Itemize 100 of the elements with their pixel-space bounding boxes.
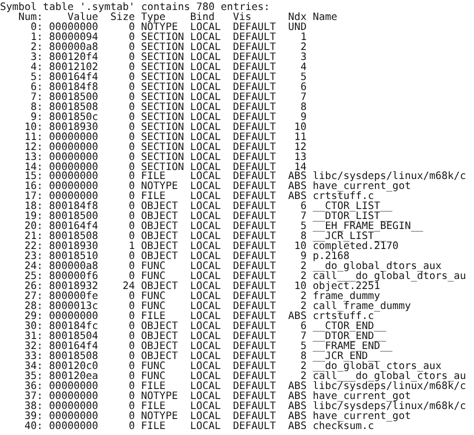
table-cell: call___do_global_dtors_au	[312, 272, 466, 282]
table-cell: libc/sysdeps/linux/m68k/c	[312, 382, 466, 392]
table-cell: DEFAULT	[233, 142, 276, 153]
table-cell: 80018510	[49, 252, 98, 262]
table-cell-text: 9:	[30, 112, 43, 123]
table-cell: DEFAULT	[233, 372, 276, 382]
table-cell-text: 14:	[24, 162, 43, 172]
table-cell-text: 2	[299, 362, 307, 372]
table-cell-text: OBJECT	[141, 242, 179, 252]
column-header: Type	[141, 12, 166, 23]
table-cell-text: 0	[128, 372, 135, 382]
table-cell-text: 6	[299, 322, 307, 332]
table-cell-text: 36:	[24, 382, 43, 392]
table-cell-text: 18:	[24, 202, 43, 212]
table-cell-text: ABS	[287, 382, 307, 392]
table-cell-text: 0	[128, 192, 135, 202]
table-cell: DEFAULT	[233, 362, 276, 372]
table-cell: DEFAULT	[233, 132, 276, 143]
table-cell: DEFAULT	[233, 72, 276, 83]
table-cell-text: 0	[128, 422, 135, 432]
table-cell-text: LOCAL	[190, 222, 222, 232]
table-cell: DEFAULT	[233, 172, 276, 182]
table-cell-text: 0	[128, 102, 135, 113]
table-cell: DEFAULT	[233, 192, 276, 202]
table-cell-text: 0	[128, 152, 135, 162]
table-cell-text: 0	[128, 222, 135, 232]
table-cell: DEFAULT	[233, 52, 276, 63]
table-cell-text: 10	[293, 282, 307, 292]
table-cell: libc/sysdeps/linux/m68k/c	[312, 402, 466, 412]
table-cell: 00000000	[49, 402, 98, 412]
table-cell-text: 25:	[24, 272, 43, 282]
table-cell: DEFAULT	[233, 62, 276, 73]
table-cell-text: 0	[128, 132, 135, 143]
table-cell: SECTION	[141, 52, 184, 63]
table-cell: SECTION	[141, 162, 184, 172]
table-cell: 800184f8	[49, 202, 98, 212]
table-cell-text: LOCAL	[190, 372, 222, 382]
table-cell-text: LOCAL	[190, 282, 222, 292]
table-cell: 800164f4	[49, 72, 98, 83]
table-cell-text: 0	[128, 82, 135, 93]
table-cell-text: NOTYPE	[141, 412, 179, 422]
table-cell: DEFAULT	[233, 302, 276, 312]
table-cell-text: 0	[128, 312, 135, 322]
table-cell-text: 8	[299, 102, 307, 113]
table-cell-text: 0	[128, 302, 135, 312]
table-cell-text: ABS	[287, 172, 307, 182]
table-cell-text: 0:	[30, 22, 43, 33]
table-cell-text: 0	[128, 72, 135, 83]
table-cell-text: 0	[128, 262, 135, 272]
table-cell: call_frame_dummy	[312, 302, 411, 312]
table-cell-text: 0	[128, 92, 135, 103]
table-cell: completed.2170	[312, 242, 399, 252]
table-cell-text: 0	[128, 322, 135, 332]
table-cell: 8000013c	[49, 302, 98, 312]
table-cell-text: 30:	[24, 322, 43, 332]
table-cell-text: 0	[128, 182, 135, 192]
table-cell: DEFAULT	[233, 162, 276, 172]
table-cell-text: LOCAL	[190, 132, 222, 143]
table-cell-text: 0	[128, 142, 135, 153]
table-cell-text: FUNC	[141, 372, 167, 382]
column-header: Ndx	[287, 12, 307, 23]
table-cell-text: ABS	[287, 182, 307, 192]
table-cell: SECTION	[141, 92, 184, 103]
table-cell: DEFAULT	[233, 232, 276, 242]
table-cell: object.2251	[312, 282, 380, 292]
table-cell: checksum.c	[312, 422, 374, 432]
table-cell-text: 32:	[24, 342, 43, 352]
table-cell-text: LOCAL	[190, 332, 222, 342]
table-cell-text: LOCAL	[190, 362, 222, 372]
table-cell-text: LOCAL	[190, 292, 222, 302]
table-cell: 800184f8	[49, 82, 98, 93]
table-cell-text: LOCAL	[190, 322, 222, 332]
table-cell: __CTOR_LIST__	[312, 202, 392, 212]
column-header: Name	[312, 12, 338, 23]
table-cell-text: 33:	[24, 352, 43, 362]
table-cell: 00000000	[49, 192, 98, 202]
table-cell-text: 26:	[24, 282, 43, 292]
table-cell-text: 21:	[24, 232, 43, 242]
table-cell-text: LOCAL	[190, 32, 222, 43]
table-cell-text: FUNC	[141, 272, 166, 282]
table-cell: __do_global_dtors_aux	[312, 262, 442, 272]
table-cell-text: LOCAL	[190, 312, 222, 322]
table-cell: DEFAULT	[233, 352, 276, 362]
table-cell: __DTOR_LIST__	[312, 212, 392, 222]
table-cell-text: 0	[128, 52, 135, 63]
table-cell-text: 27:	[24, 292, 43, 302]
column-header: Vis	[233, 12, 252, 23]
table-cell: DEFAULT	[233, 312, 276, 322]
table-cell-text: 7	[299, 92, 307, 103]
table-cell-text: 5	[299, 342, 307, 352]
table-cell: 800000f6	[49, 272, 98, 282]
table-cell-text: 13:	[24, 152, 43, 162]
table-cell: DEFAULT	[233, 252, 276, 262]
table-cell-text: 17:	[24, 192, 43, 202]
table-cell-text: 0	[128, 172, 135, 182]
table-cell-text: 0	[128, 122, 135, 133]
table-cell-text: 31:	[24, 332, 43, 342]
table-cell: __JCR_LIST__	[312, 232, 386, 242]
table-cell-text: OBJECT	[141, 202, 179, 212]
table-cell-text: 0	[128, 292, 135, 302]
